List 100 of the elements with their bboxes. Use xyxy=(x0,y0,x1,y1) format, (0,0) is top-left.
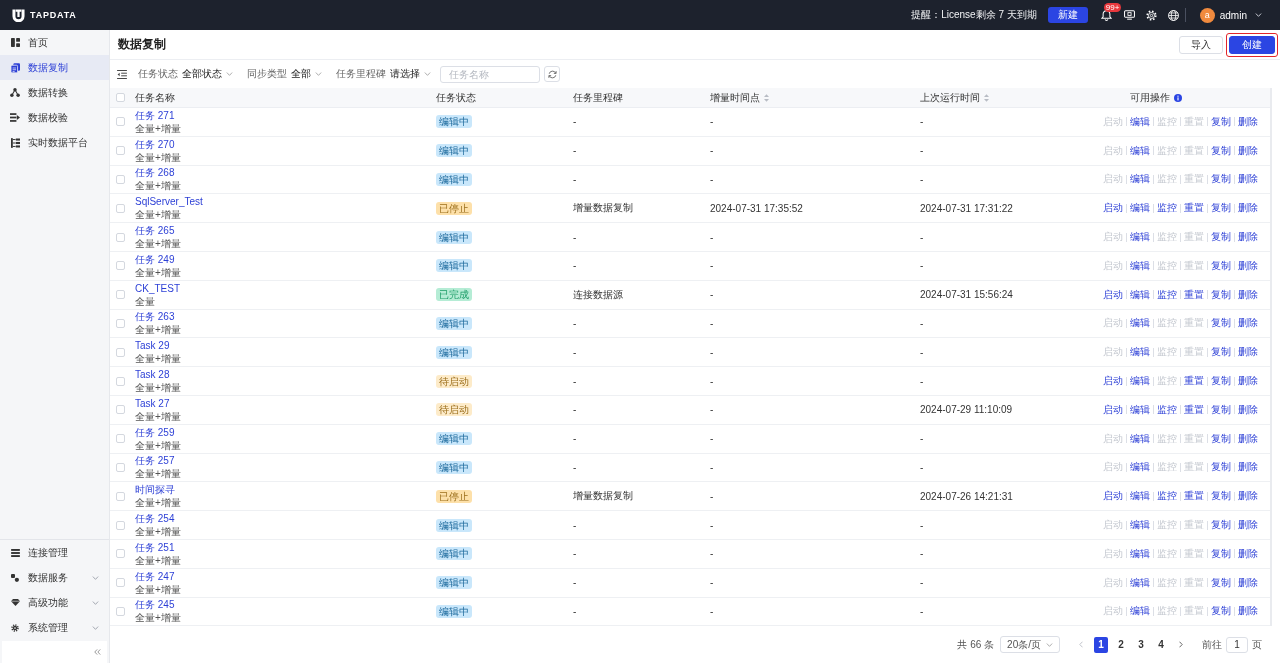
action-link[interactable]: 复制 xyxy=(1211,489,1231,504)
task-name-link[interactable]: 任务 245 xyxy=(135,599,175,612)
row-checkbox[interactable] xyxy=(116,347,125,357)
action-link[interactable]: 启动 xyxy=(1103,287,1123,302)
bell-icon[interactable] xyxy=(1100,9,1112,21)
user-name[interactable]: admin xyxy=(1219,9,1247,21)
action-link[interactable]: 重置 xyxy=(1184,374,1204,389)
action-link[interactable]: 启动 xyxy=(1103,402,1123,417)
action-link[interactable]: 编辑 xyxy=(1130,230,1150,245)
row-checkbox[interactable] xyxy=(116,578,125,588)
action-link[interactable]: 删除 xyxy=(1238,258,1258,273)
settings-icon[interactable] xyxy=(1145,9,1157,21)
action-link[interactable]: 删除 xyxy=(1238,575,1258,590)
action-link[interactable]: 复制 xyxy=(1211,604,1231,619)
page-button[interactable]: 1 xyxy=(1094,636,1108,653)
action-link[interactable]: 编辑 xyxy=(1130,546,1150,561)
select-all-checkbox[interactable] xyxy=(116,93,125,102)
action-link[interactable]: 编辑 xyxy=(1130,345,1150,360)
action-link[interactable]: 启动 xyxy=(1103,374,1123,389)
action-link[interactable]: 编辑 xyxy=(1130,460,1150,475)
row-checkbox[interactable] xyxy=(116,606,125,616)
action-link[interactable]: 编辑 xyxy=(1130,201,1150,216)
task-name-link[interactable]: 时间探寻 xyxy=(135,484,175,497)
row-checkbox[interactable] xyxy=(116,175,125,184)
action-link[interactable]: 编辑 xyxy=(1130,143,1150,158)
action-link[interactable]: 删除 xyxy=(1238,431,1258,446)
action-link[interactable]: 复制 xyxy=(1211,287,1231,302)
task-name-link[interactable]: Task 28 xyxy=(135,369,170,382)
sidebar-item[interactable]: 连接管理 xyxy=(0,540,109,565)
action-link[interactable]: 监控 xyxy=(1157,201,1177,216)
action-link[interactable]: 复制 xyxy=(1211,172,1231,187)
row-checkbox[interactable] xyxy=(116,376,125,386)
action-link[interactable]: 复制 xyxy=(1211,518,1231,533)
action-link[interactable]: 重置 xyxy=(1184,201,1204,216)
action-link[interactable]: 删除 xyxy=(1238,604,1258,619)
sidebar-item[interactable]: 数据转换 xyxy=(0,80,109,105)
action-link[interactable]: 删除 xyxy=(1238,345,1258,360)
filter-dropdown[interactable]: 全部状态 xyxy=(182,67,222,81)
action-link[interactable]: 编辑 xyxy=(1130,575,1150,590)
page-button[interactable]: 2 xyxy=(1114,636,1128,653)
action-link[interactable]: 重置 xyxy=(1184,287,1204,302)
filter-dropdown[interactable]: 请选择 xyxy=(390,67,420,81)
action-link[interactable]: 编辑 xyxy=(1130,604,1150,619)
action-link[interactable]: 删除 xyxy=(1238,374,1258,389)
row-checkbox[interactable] xyxy=(116,462,125,472)
action-link[interactable]: 重置 xyxy=(1184,402,1204,417)
action-link[interactable]: 复制 xyxy=(1211,114,1231,129)
action-link[interactable]: 复制 xyxy=(1211,575,1231,590)
action-link[interactable]: 删除 xyxy=(1238,546,1258,561)
search-field[interactable]: 任务名称 xyxy=(440,65,540,83)
action-link[interactable]: 复制 xyxy=(1211,230,1231,245)
row-checkbox[interactable] xyxy=(116,146,125,156)
action-link[interactable]: 编辑 xyxy=(1130,489,1150,504)
row-checkbox[interactable] xyxy=(116,491,125,501)
action-link[interactable]: 监控 xyxy=(1157,489,1177,504)
action-link[interactable]: 复制 xyxy=(1211,431,1231,446)
page-button[interactable]: 3 xyxy=(1134,636,1148,653)
action-link[interactable]: 复制 xyxy=(1211,316,1231,331)
task-name-link[interactable]: Task 27 xyxy=(135,397,170,410)
action-link[interactable]: 删除 xyxy=(1238,201,1258,216)
collapse-sidebar-button[interactable] xyxy=(2,641,107,663)
page-size-select[interactable]: 20条/页 xyxy=(1000,636,1060,654)
action-link[interactable]: 启动 xyxy=(1103,201,1123,216)
action-link[interactable]: 编辑 xyxy=(1130,258,1150,273)
filter-dropdown[interactable]: 全部 xyxy=(291,67,311,81)
task-name-link[interactable]: 任务 268 xyxy=(135,167,175,180)
sidebar-item[interactable]: 数据复制 xyxy=(0,55,109,80)
action-link[interactable]: 删除 xyxy=(1238,230,1258,245)
refresh-button[interactable] xyxy=(544,66,560,82)
page-jump-field[interactable]: 1 xyxy=(1226,636,1248,653)
row-checkbox[interactable] xyxy=(116,203,125,213)
action-link[interactable]: 编辑 xyxy=(1130,172,1150,187)
task-name-link[interactable]: 任务 259 xyxy=(135,426,175,439)
action-link[interactable]: 启动 xyxy=(1103,489,1123,504)
action-link[interactable]: 删除 xyxy=(1238,143,1258,158)
task-name-link[interactable]: 任务 257 xyxy=(135,455,175,468)
task-name-link[interactable]: SqlServer_Test xyxy=(135,196,203,209)
task-name-link[interactable]: 任务 271 xyxy=(135,109,175,122)
sidebar-item[interactable]: 数据服务 xyxy=(0,565,109,590)
sidebar-item[interactable]: 系统管理 xyxy=(0,615,109,640)
action-link[interactable]: 删除 xyxy=(1238,287,1258,302)
action-link[interactable]: 监控 xyxy=(1157,287,1177,302)
action-link[interactable]: 复制 xyxy=(1211,345,1231,360)
task-name-link[interactable]: 任务 263 xyxy=(135,311,175,324)
action-link[interactable]: 重置 xyxy=(1184,489,1204,504)
action-link[interactable]: 复制 xyxy=(1211,460,1231,475)
action-link[interactable]: 复制 xyxy=(1211,258,1231,273)
action-link[interactable]: 删除 xyxy=(1238,518,1258,533)
task-name-link[interactable]: CK_TEST xyxy=(135,282,180,295)
indent-icon[interactable] xyxy=(117,69,127,79)
sidebar-item[interactable]: 数据校验 xyxy=(0,105,109,130)
row-checkbox[interactable] xyxy=(116,318,125,328)
monitor-icon[interactable] xyxy=(1123,10,1135,20)
row-checkbox[interactable] xyxy=(116,261,125,271)
action-link[interactable]: 删除 xyxy=(1238,460,1258,475)
task-name-link[interactable]: 任务 247 xyxy=(135,570,175,583)
action-link[interactable]: 编辑 xyxy=(1130,518,1150,533)
action-link[interactable]: 编辑 xyxy=(1130,114,1150,129)
row-checkbox[interactable] xyxy=(116,549,125,559)
action-link[interactable]: 复制 xyxy=(1211,546,1231,561)
